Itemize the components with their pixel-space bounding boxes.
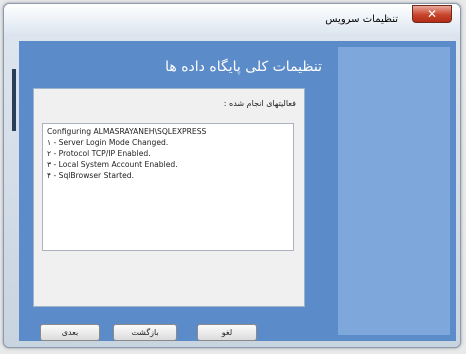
log-line: Configuring ALMASRAYANEH\SQLEXPRESS: [47, 127, 207, 136]
window-title: تنظیمات سرویس: [325, 14, 398, 25]
close-button[interactable]: ✕: [412, 5, 452, 23]
page-heading: تنظیمات کلی پایگاه داده ها: [165, 59, 322, 75]
back-button[interactable]: بازگشت: [113, 324, 177, 341]
content-panel: فعالیتهای انجام شده : Configuring ALMASR…: [33, 88, 305, 307]
log-line: ۲ - Protocol TCP/IP Enabled.: [47, 149, 151, 158]
service-settings-window: تنظیمات سرویس ✕ تنظیمات کلی پایگاه داده …: [3, 3, 461, 348]
log-line: ۱ - Server Login Mode Changed.: [47, 138, 169, 147]
log-line: ۴ - SqlBrowser Started.: [47, 171, 135, 180]
side-panel: [338, 47, 450, 335]
log-line: ۳ - Local System Account Enabled.: [47, 160, 178, 169]
activity-log[interactable]: Configuring ALMASRAYANEH\SQLEXPRESS ۱ - …: [42, 123, 294, 251]
next-button[interactable]: بعدی: [40, 324, 100, 341]
window-edge-accent: [12, 69, 16, 131]
wizard-client-area: تنظیمات کلی پایگاه داده ها فعالیتهای انج…: [19, 41, 456, 341]
activities-label: فعالیتهای انجام شده :: [223, 99, 296, 108]
title-bar[interactable]: تنظیمات سرویس ✕: [4, 4, 460, 34]
cancel-button[interactable]: لغو: [197, 324, 257, 341]
